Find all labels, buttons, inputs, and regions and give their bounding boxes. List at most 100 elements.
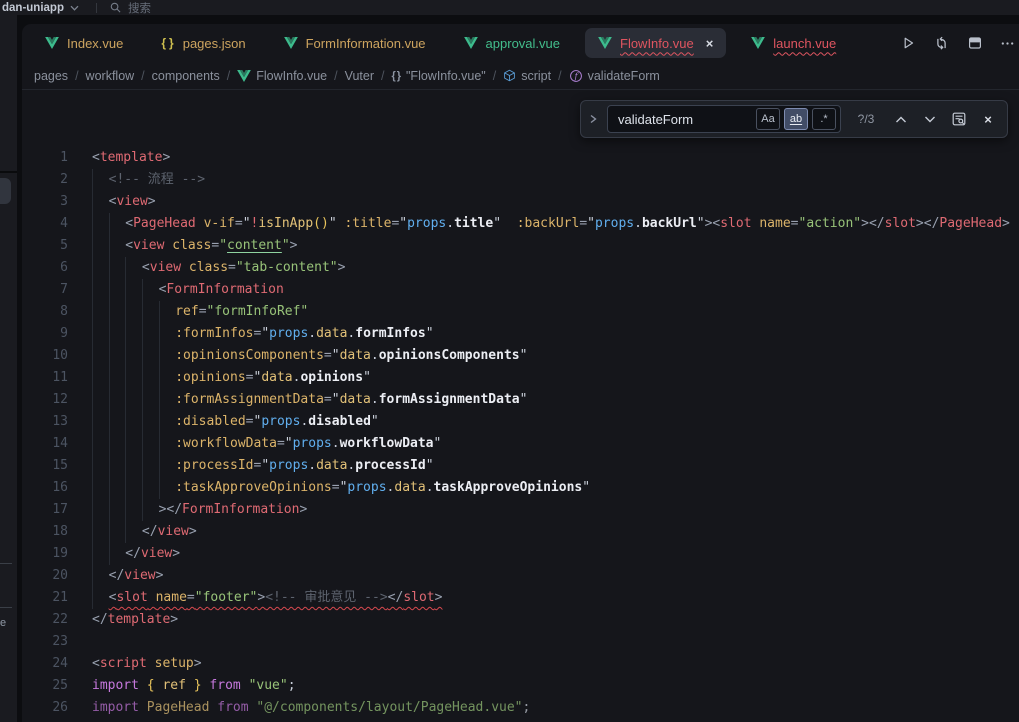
code-editor: 1<template>2<!-- 流程 -->3<view>4<PageHead… (22, 90, 1019, 719)
json-icon: { } (161, 36, 174, 50)
code-line: 5 <view class="content"> (22, 235, 1019, 257)
project-selector[interactable]: dan-uniapp (0, 2, 79, 14)
indent-guide (142, 323, 159, 345)
breadcrumb-separator: / (75, 69, 78, 83)
indent-guide (92, 279, 109, 301)
vue-icon (45, 37, 59, 49)
line-number: 20 (22, 565, 68, 587)
indent-guide (159, 367, 176, 389)
project-name: dan-uniapp (2, 2, 64, 14)
indent-guide (92, 367, 109, 389)
code-line-content[interactable]: import { ref } from "vue"; (92, 675, 296, 697)
breadcrumb-item-validateform[interactable]: f validateForm (569, 69, 660, 83)
tab-pages-json[interactable]: { }pages.json (148, 28, 258, 58)
breadcrumb-item-flowinfo-vue[interactable]: FlowInfo.vue (237, 69, 327, 83)
indent-guide (92, 543, 109, 565)
code-line-content[interactable]: <script setup> (92, 653, 202, 675)
code-line-content[interactable]: :formAssignmentData="data.formAssignment… (92, 389, 527, 411)
find-input[interactable]: validateForm Aa ab .* (607, 105, 841, 133)
breadcrumb-label: validateForm (588, 69, 660, 83)
breadcrumb-item-pages[interactable]: pages (34, 69, 68, 83)
breadcrumb-label: Vuter (345, 69, 374, 83)
sidebar-divider (0, 563, 12, 564)
match-case-toggle[interactable]: Aa (756, 108, 780, 130)
indent-guide (159, 477, 176, 499)
previous-match-button[interactable] (891, 108, 911, 130)
regex-toggle[interactable]: .* (812, 108, 836, 130)
code-line-content[interactable]: :taskApproveOpinions="props.data.taskApp… (92, 477, 590, 499)
code-line: 3 <view> (22, 191, 1019, 213)
more-actions-button[interactable] (1000, 36, 1015, 51)
code-line-content[interactable]: :workflowData="props.workflowData" (92, 433, 441, 455)
close-icon[interactable]: × (706, 37, 714, 50)
whole-word-toggle[interactable]: ab (784, 108, 808, 130)
code-line-content[interactable]: ref="formInfoRef" (92, 301, 308, 323)
code-line-content[interactable]: <view> (92, 191, 156, 213)
indent-guide (92, 499, 109, 521)
svg-text:f: f (573, 70, 579, 80)
split-editor-button[interactable] (967, 35, 983, 51)
code-line: 14:workflowData="props.workflowData" (22, 433, 1019, 455)
code-line-content[interactable]: <PageHead v-if="!isInApp()" :title="prop… (92, 213, 1010, 235)
indent-guide (109, 433, 126, 455)
breadcrumb-item-script[interactable]: script (503, 69, 551, 83)
code-line-content[interactable]: :processId="props.data.processId" (92, 455, 434, 477)
line-number: 11 (22, 367, 68, 389)
search-label: 搜索 (128, 0, 151, 16)
code-line-content[interactable]: ></FormInformation> (92, 499, 307, 521)
global-search[interactable]: 搜索 (110, 0, 151, 16)
vue-icon (464, 37, 478, 49)
sidebar-handle[interactable] (0, 178, 11, 204)
indent-guide (142, 477, 159, 499)
line-number: 5 (22, 235, 68, 257)
toggle-replace-chevron-icon[interactable] (588, 113, 598, 125)
tab-forminformation-vue[interactable]: FormInformation.vue (271, 28, 439, 58)
indent-guide (109, 543, 126, 565)
code-line-content[interactable]: </view> (92, 521, 197, 543)
tab-bar: Index.vue { }pages.json FormInformation.vu… (22, 24, 1019, 62)
code-line-content[interactable]: <slot name="footer"><!-- 审批意见 --></slot> (92, 587, 442, 609)
code-line-content[interactable]: <view class="tab-content"> (92, 257, 345, 279)
find-in-selection-button[interactable] (949, 108, 969, 130)
breadcrumb: pages/workflow/components/FlowInfo.vue/V… (22, 62, 1019, 90)
indent-guide (109, 367, 126, 389)
indent-guide (109, 499, 126, 521)
close-find-icon[interactable]: × (978, 108, 998, 130)
tab-flowinfo-vue[interactable]: FlowInfo.vue× (585, 28, 726, 58)
breadcrumb-label: "FlowInfo.vue" (406, 69, 486, 83)
indent-guide (159, 301, 176, 323)
code-line-content[interactable]: </view> (92, 565, 163, 587)
breadcrumb-item-components[interactable]: components (152, 69, 220, 83)
tab-launch-vue[interactable]: launch.vue (738, 28, 849, 58)
indent-guide (92, 169, 109, 191)
run-button[interactable] (900, 35, 916, 51)
code-line-content[interactable]: :formInfos="props.data.formInfos" (92, 323, 434, 345)
editor-area[interactable]: validateForm Aa ab .* ?/3 (22, 90, 1019, 722)
compare-changes-button[interactable] (933, 35, 950, 52)
line-number: 15 (22, 455, 68, 477)
indent-guide (125, 433, 142, 455)
code-line-content[interactable]: import PageHead from "@/components/layou… (92, 697, 530, 719)
indent-guide (92, 235, 109, 257)
code-line-content[interactable]: <template> (92, 147, 170, 169)
code-line-content[interactable]: :opinionsComponents="data.opinionsCompon… (92, 345, 527, 367)
tab-list: Index.vue { }pages.json FormInformation.vu… (32, 28, 849, 58)
code-line-content[interactable]: <!-- 流程 --> (92, 169, 205, 191)
tab-index-vue[interactable]: Index.vue (32, 28, 136, 58)
indent-guide (109, 345, 126, 367)
breadcrumb-item-workflow[interactable]: workflow (86, 69, 135, 83)
line-number: 6 (22, 257, 68, 279)
next-match-button[interactable] (920, 108, 940, 130)
breadcrumb-item--flowinfo-vue-[interactable]: { }"FlowInfo.vue" (392, 69, 486, 83)
line-number: 3 (22, 191, 68, 213)
line-number: 10 (22, 345, 68, 367)
code-line-content[interactable]: </view> (92, 543, 180, 565)
indent-guide (142, 411, 159, 433)
code-line-content[interactable]: :opinions="data.opinions" (92, 367, 371, 389)
code-line-content[interactable]: </template> (92, 609, 178, 631)
breadcrumb-item-vuter[interactable]: Vuter (345, 69, 374, 83)
code-line-content[interactable]: :disabled="props.disabled" (92, 411, 379, 433)
tab-approval-vue[interactable]: approval.vue (451, 28, 573, 58)
code-line-content[interactable]: <FormInformation (92, 279, 284, 301)
code-line-content[interactable]: <view class="content"> (92, 235, 298, 257)
